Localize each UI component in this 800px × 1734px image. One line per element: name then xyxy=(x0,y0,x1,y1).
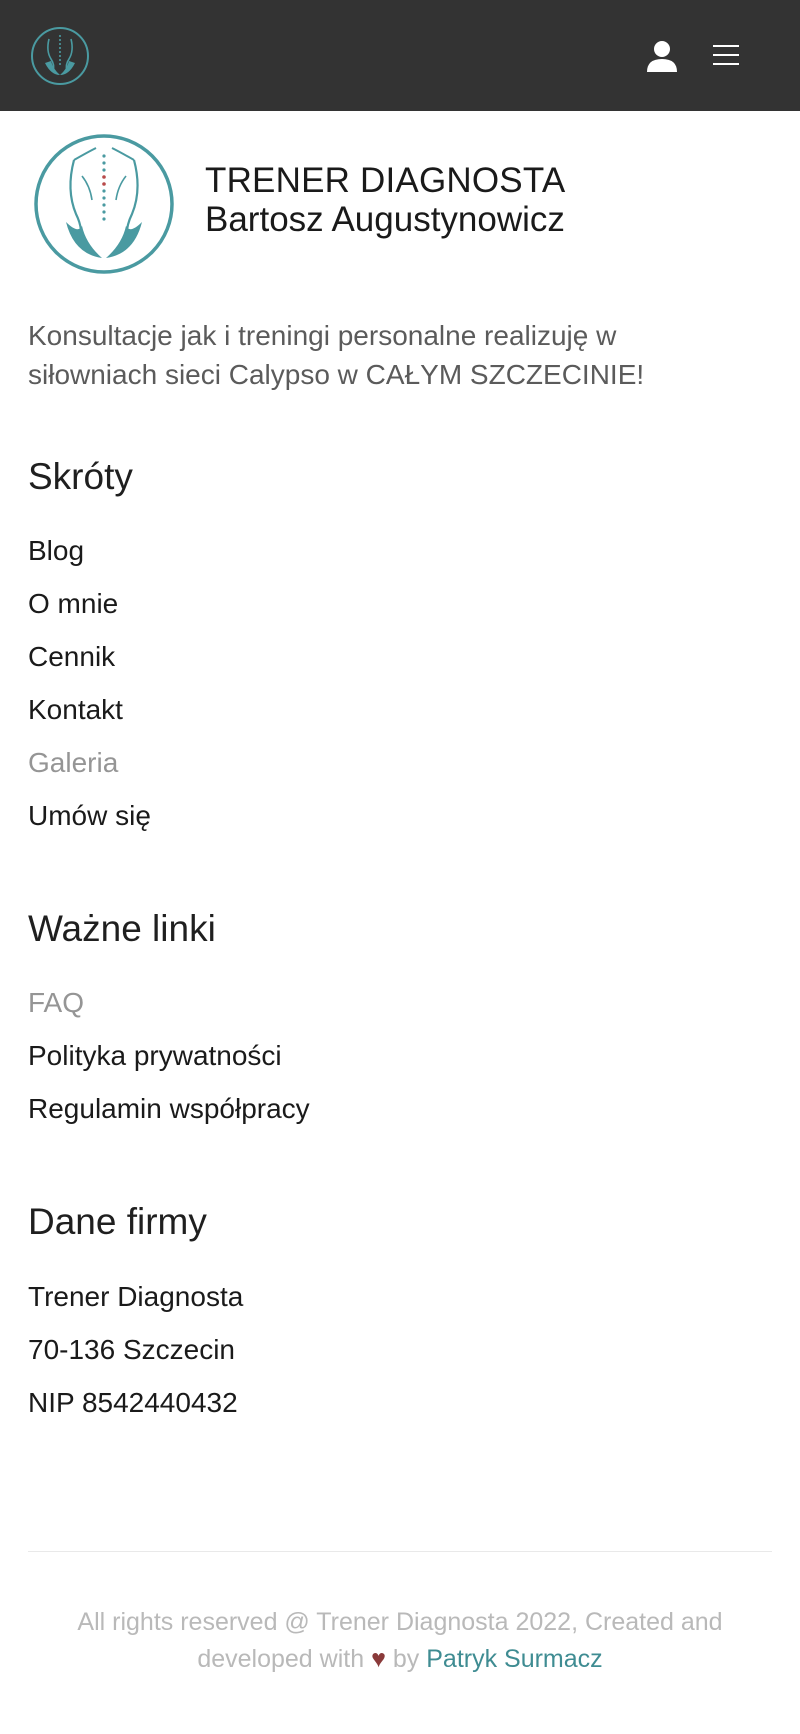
company-name: Trener Diagnosta xyxy=(28,1281,244,1312)
link-umow-sie[interactable]: Umów się xyxy=(28,789,151,842)
link-o-mnie[interactable]: O mnie xyxy=(28,577,151,630)
link-cennik[interactable]: Cennik xyxy=(28,630,151,683)
link-blog[interactable]: Blog xyxy=(28,524,151,577)
company-data-list: Trener Diagnosta 70-136 Szczecin NIP 854… xyxy=(28,1270,243,1429)
link-regulamin-wspolpracy[interactable]: Regulamin współpracy xyxy=(28,1082,310,1135)
footer-copyright: All rights reserved @ Trener Diagnosta 2… xyxy=(40,1604,760,1678)
intro-text: Konsultacje jak i treningi personalne re… xyxy=(28,320,645,390)
footer-by: by xyxy=(392,1645,420,1673)
author-link[interactable]: Patryk Surmacz xyxy=(426,1645,602,1673)
link-faq[interactable]: FAQ xyxy=(28,976,310,1029)
section-title-important-links: Ważne linki xyxy=(28,908,216,949)
link-polityka-prywatnosci[interactable]: Polityka prywatności xyxy=(28,1029,310,1082)
diagnosta-logo-icon xyxy=(34,134,174,274)
company-nip: NIP 8542440432 xyxy=(28,1387,238,1418)
diagnosta-logo-icon[interactable] xyxy=(29,25,91,87)
brand-title-line2: Bartosz Augustynowicz xyxy=(205,200,565,239)
shortcuts-list: Blog O mnie Cennik Kontakt Galeria Umów … xyxy=(28,524,151,842)
link-kontakt[interactable]: Kontakt xyxy=(28,683,151,736)
hamburger-menu-icon[interactable] xyxy=(712,40,740,70)
top-navbar xyxy=(0,0,800,111)
heart-icon: ♥ xyxy=(371,1645,386,1673)
important-links-list: FAQ Polityka prywatności Regulamin współ… xyxy=(28,976,310,1135)
brand-title-line1: TRENER DIAGNOSTA xyxy=(205,161,566,200)
company-address: 70-136 Szczecin xyxy=(28,1334,236,1365)
user-icon[interactable] xyxy=(644,38,680,74)
section-title-company-data: Dane firmy xyxy=(28,1201,207,1242)
footer-divider xyxy=(28,1551,772,1552)
link-galeria[interactable]: Galeria xyxy=(28,736,151,789)
brand-block: TRENER DIAGNOSTA Bartosz Augustynowicz xyxy=(30,130,730,280)
section-title-shortcuts: Skróty xyxy=(28,456,133,497)
